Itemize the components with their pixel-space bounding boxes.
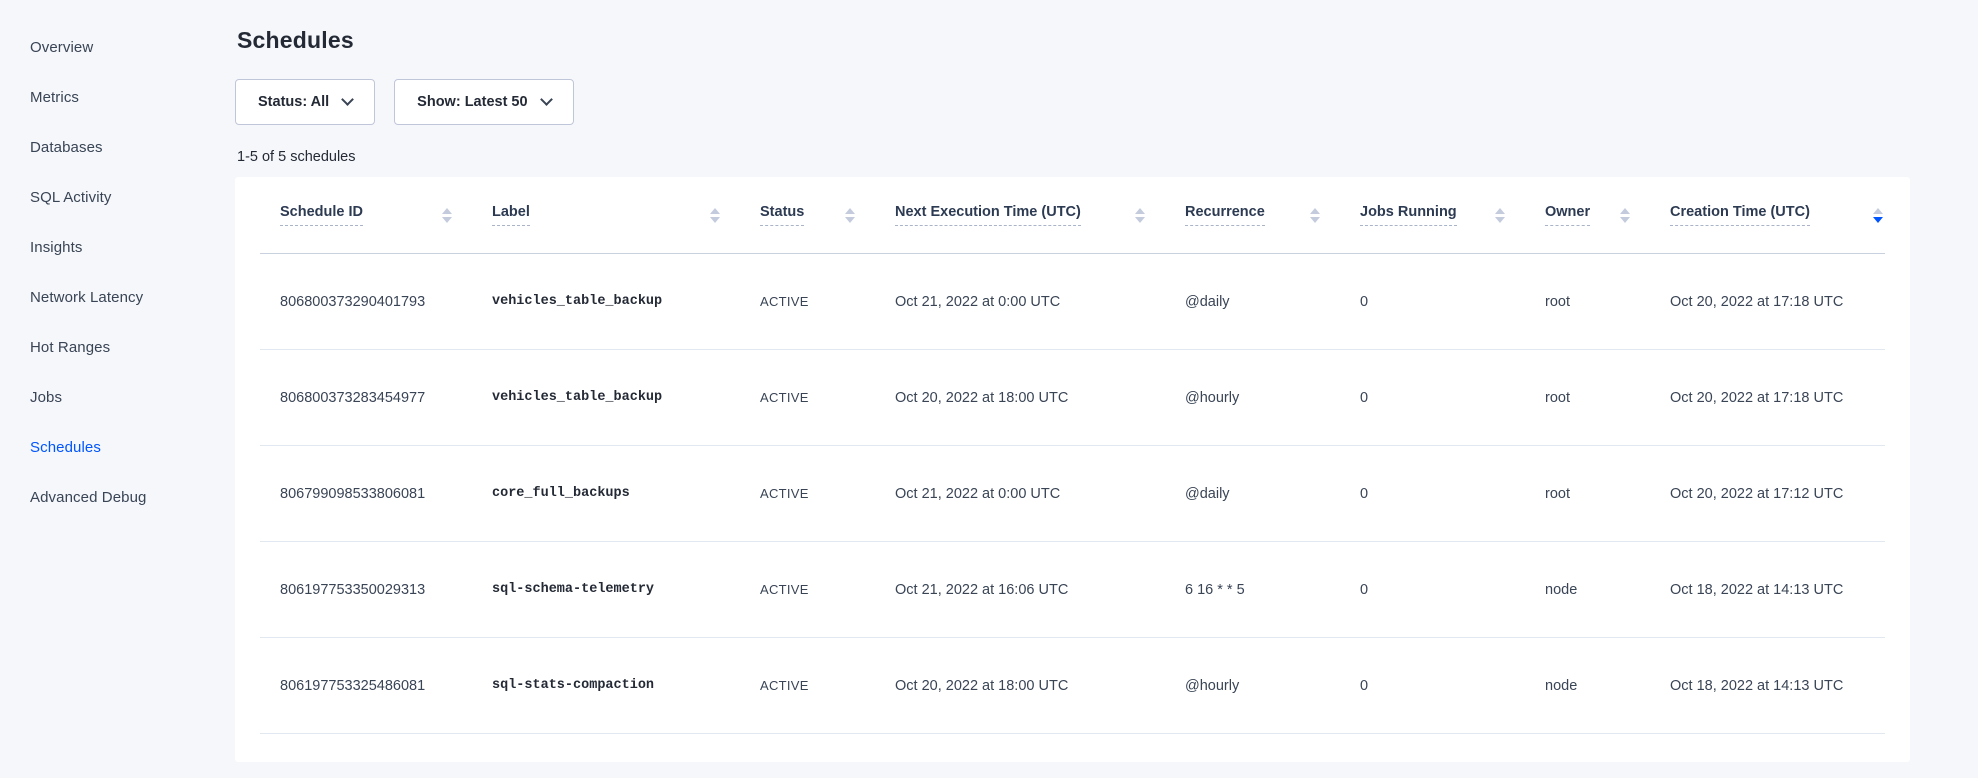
jobs-running-cell: 0	[1360, 486, 1545, 502]
show-filter-dropdown[interactable]: Show: Latest 50	[394, 79, 573, 125]
recurrence-cell: 6 16 * * 5	[1185, 582, 1360, 598]
column-label: Recurrence	[1185, 204, 1265, 226]
sidebar-item-network-latency[interactable]: Network Latency	[0, 272, 235, 322]
creation-time-cell: Oct 20, 2022 at 17:18 UTC	[1670, 390, 1885, 406]
column-header-jobs-running[interactable]: Jobs Running	[1360, 177, 1545, 253]
creation-time-cell: Oct 20, 2022 at 17:12 UTC	[1670, 486, 1885, 502]
sort-icon[interactable]	[1310, 208, 1320, 223]
page-title: Schedules	[237, 26, 1978, 54]
sort-icon[interactable]	[1135, 208, 1145, 223]
next-execution-cell: Oct 20, 2022 at 18:00 UTC	[895, 390, 1185, 406]
sidebar-item-metrics[interactable]: Metrics	[0, 72, 235, 122]
schedule-id-cell: 806799098533806081	[260, 486, 492, 502]
owner-cell: root	[1545, 390, 1670, 406]
next-execution-cell: Oct 20, 2022 at 18:00 UTC	[895, 678, 1185, 694]
table-row: 806197753325486081 sql-stats-compaction …	[260, 638, 1885, 734]
owner-cell: node	[1545, 678, 1670, 694]
creation-time-cell: Oct 18, 2022 at 14:13 UTC	[1670, 582, 1885, 598]
next-execution-cell: Oct 21, 2022 at 16:06 UTC	[895, 582, 1185, 598]
column-label: Label	[492, 204, 530, 226]
column-label: Owner	[1545, 204, 1590, 226]
recurrence-cell: @daily	[1185, 294, 1360, 310]
owner-cell: root	[1545, 486, 1670, 502]
column-label: Schedule ID	[280, 204, 363, 226]
status-cell: ACTIVE	[760, 486, 895, 501]
schedule-id-cell: 806197753325486081	[260, 678, 492, 694]
schedule-id-cell: 806800373290401793	[260, 294, 492, 310]
schedule-label-cell: vehicles_table_backup	[492, 390, 760, 405]
schedules-table-card: Schedule ID Label Status Next Execution …	[235, 177, 1910, 762]
column-header-status[interactable]: Status	[760, 177, 895, 253]
jobs-running-cell: 0	[1360, 390, 1545, 406]
schedule-id-cell: 806197753350029313	[260, 582, 492, 598]
schedule-id-cell: 806800373283454977	[260, 390, 492, 406]
status-cell: ACTIVE	[760, 390, 895, 405]
sidebar-nav: Overview Metrics Databases SQL Activity …	[0, 0, 235, 778]
schedule-label-cell: sql-stats-compaction	[492, 678, 760, 693]
jobs-running-cell: 0	[1360, 294, 1545, 310]
recurrence-cell: @daily	[1185, 486, 1360, 502]
owner-cell: root	[1545, 294, 1670, 310]
column-header-recurrence[interactable]: Recurrence	[1185, 177, 1360, 253]
status-cell: ACTIVE	[760, 678, 895, 693]
filter-bar: Status: All Show: Latest 50	[235, 79, 1978, 125]
table-row: 806800373290401793 vehicles_table_backup…	[260, 254, 1885, 350]
column-header-owner[interactable]: Owner	[1545, 177, 1670, 253]
sidebar-item-jobs[interactable]: Jobs	[0, 372, 235, 422]
status-filter-dropdown[interactable]: Status: All	[235, 79, 375, 125]
app-window: Overview Metrics Databases SQL Activity …	[0, 0, 1978, 778]
sidebar-item-sql-activity[interactable]: SQL Activity	[0, 172, 235, 222]
sidebar-item-advanced-debug[interactable]: Advanced Debug	[0, 472, 235, 522]
sort-desc-icon[interactable]	[1873, 208, 1883, 223]
sort-icon[interactable]	[1495, 208, 1505, 223]
table-row: 806799098533806081 core_full_backups ACT…	[260, 446, 1885, 542]
column-label: Creation Time (UTC)	[1670, 204, 1810, 226]
sort-icon[interactable]	[710, 208, 720, 223]
status-cell: ACTIVE	[760, 294, 895, 309]
column-label: Jobs Running	[1360, 204, 1457, 226]
recurrence-cell: @hourly	[1185, 390, 1360, 406]
status-filter-label: Status: All	[258, 94, 329, 110]
column-header-next-execution-time[interactable]: Next Execution Time (UTC)	[895, 177, 1185, 253]
sort-icon[interactable]	[845, 208, 855, 223]
column-header-creation-time[interactable]: Creation Time (UTC)	[1670, 177, 1885, 253]
schedule-label-cell: core_full_backups	[492, 486, 760, 501]
sidebar-item-insights[interactable]: Insights	[0, 222, 235, 272]
schedule-label-cell: sql-schema-telemetry	[492, 582, 760, 597]
recurrence-cell: @hourly	[1185, 678, 1360, 694]
chevron-down-icon	[341, 93, 354, 106]
column-header-schedule-id[interactable]: Schedule ID	[260, 177, 492, 253]
main-content: Schedules Status: All Show: Latest 50 1-…	[235, 0, 1978, 778]
sidebar-item-schedules[interactable]: Schedules	[0, 422, 235, 472]
creation-time-cell: Oct 18, 2022 at 14:13 UTC	[1670, 678, 1885, 694]
next-execution-cell: Oct 21, 2022 at 0:00 UTC	[895, 486, 1185, 502]
status-cell: ACTIVE	[760, 582, 895, 597]
creation-time-cell: Oct 20, 2022 at 17:18 UTC	[1670, 294, 1885, 310]
jobs-running-cell: 0	[1360, 678, 1545, 694]
jobs-running-cell: 0	[1360, 582, 1545, 598]
table-row: 806197753350029313 sql-schema-telemetry …	[260, 542, 1885, 638]
next-execution-cell: Oct 21, 2022 at 0:00 UTC	[895, 294, 1185, 310]
owner-cell: node	[1545, 582, 1670, 598]
table-row: 806800373283454977 vehicles_table_backup…	[260, 350, 1885, 446]
sort-icon[interactable]	[1620, 208, 1630, 223]
table-header-row: Schedule ID Label Status Next Execution …	[260, 177, 1885, 254]
sort-icon[interactable]	[442, 208, 452, 223]
column-header-label[interactable]: Label	[492, 177, 760, 253]
sidebar-item-overview[interactable]: Overview	[0, 22, 235, 72]
results-summary: 1-5 of 5 schedules	[237, 149, 1978, 165]
sidebar-item-hot-ranges[interactable]: Hot Ranges	[0, 322, 235, 372]
column-label: Status	[760, 204, 804, 226]
column-label: Next Execution Time (UTC)	[895, 204, 1081, 226]
sidebar-item-databases[interactable]: Databases	[0, 122, 235, 172]
chevron-down-icon	[540, 93, 553, 106]
show-filter-label: Show: Latest 50	[417, 94, 527, 110]
schedule-label-cell: vehicles_table_backup	[492, 294, 760, 309]
